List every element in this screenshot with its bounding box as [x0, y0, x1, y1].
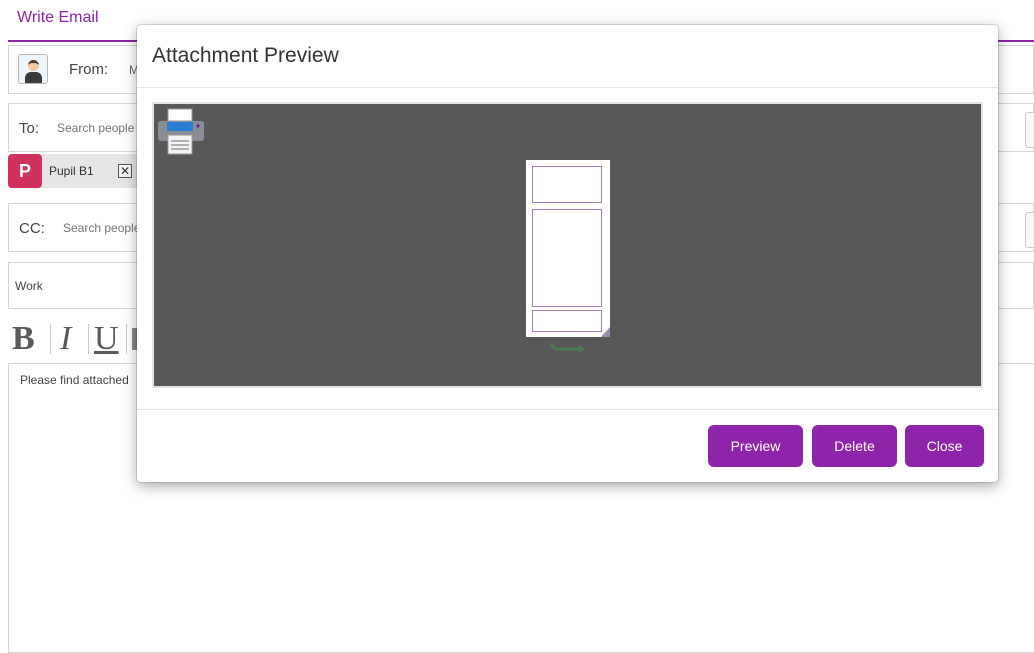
toolbar-separator [126, 324, 127, 354]
recipient-avatar: P [8, 154, 42, 188]
page-title: Write Email [17, 9, 99, 26]
dialog-header-divider [137, 87, 998, 88]
to-side-button[interactable] [1025, 112, 1034, 148]
page-box-content [532, 209, 602, 307]
to-search-input[interactable] [55, 120, 149, 136]
cc-side-button[interactable] [1025, 212, 1034, 248]
cc-label: CC: [19, 220, 45, 237]
recipient-name: Pupil B1 [49, 164, 94, 178]
preview-button[interactable]: Preview [708, 425, 803, 467]
resize-handle-icon[interactable] [601, 327, 610, 337]
dialog-footer-divider [137, 409, 998, 410]
subject-value: Work [15, 279, 43, 293]
printer-icon[interactable] [155, 107, 205, 155]
attachment-preview-dialog: Attachment Preview Preview Delete Close [137, 25, 998, 482]
delete-button[interactable]: Delete [812, 425, 897, 467]
sender-avatar [18, 54, 48, 84]
page-box-footer [532, 310, 602, 332]
to-label: To: [19, 120, 40, 137]
from-label: From: [69, 61, 109, 78]
remove-recipient-icon[interactable]: ✕ [118, 164, 132, 178]
dialog-title: Attachment Preview [152, 44, 339, 67]
preview-viewer [152, 102, 983, 388]
italic-button[interactable]: I [60, 320, 71, 358]
bold-button[interactable]: B [12, 320, 35, 358]
arrow-icon [549, 343, 586, 353]
document-page-thumbnail [526, 160, 610, 337]
close-button[interactable]: Close [905, 425, 984, 467]
recipient-chip: P Pupil B1 ✕ [8, 154, 138, 188]
underline-button[interactable]: U [94, 320, 119, 358]
toolbar-separator [88, 324, 89, 354]
toolbar-separator [50, 324, 51, 354]
message-body-text: Please find attached [20, 373, 129, 387]
page-box-header [532, 166, 602, 203]
